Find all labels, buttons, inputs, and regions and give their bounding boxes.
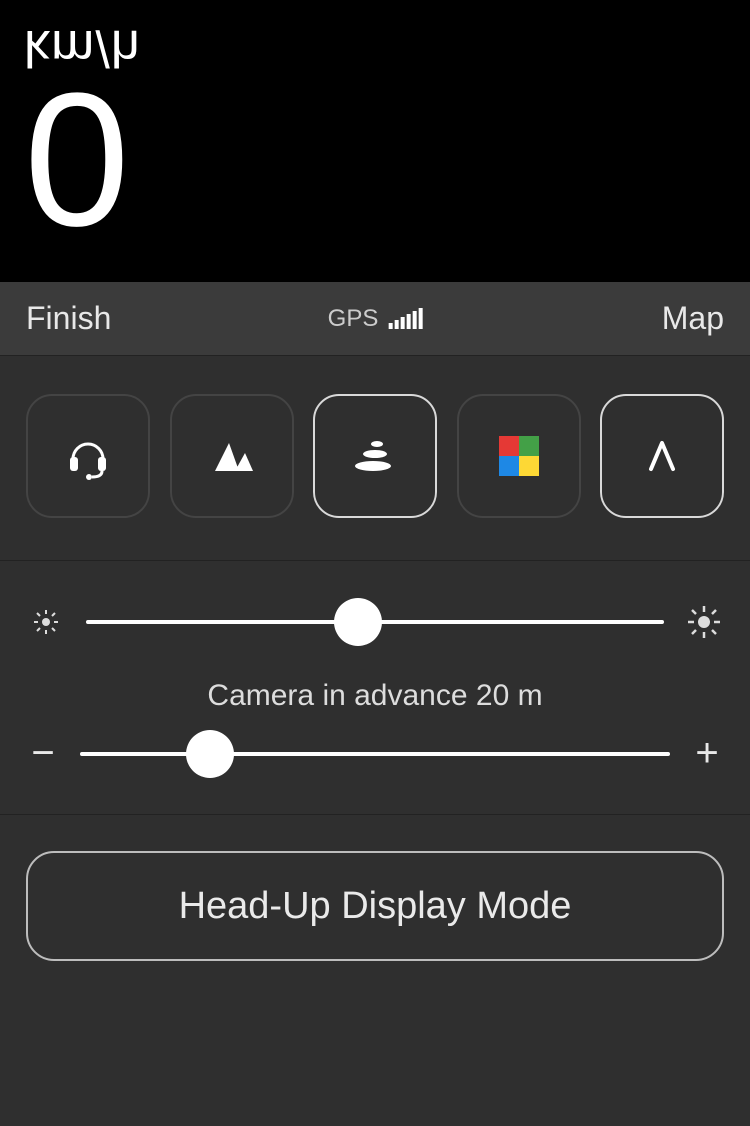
camera-advance-slider[interactable]: − +: [26, 731, 724, 776]
mountains-icon: [207, 431, 257, 481]
speed-panel: km/h 0: [0, 0, 750, 282]
gps-indicator: GPS: [328, 305, 423, 333]
stack-icon: [347, 428, 403, 484]
mode-mountains[interactable]: [170, 394, 294, 518]
mode-headset[interactable]: [26, 394, 150, 518]
camera-advance-track[interactable]: [80, 752, 670, 756]
camera-advance-thumb[interactable]: [186, 730, 234, 778]
brightness-slider[interactable]: [26, 605, 724, 639]
brightness-high-icon: [684, 605, 724, 639]
caret-icon: [639, 433, 685, 479]
mode-colors[interactable]: [457, 394, 581, 518]
toolbar: Finish GPS Map: [0, 282, 750, 356]
mode-caret[interactable]: [600, 394, 724, 518]
hud-mode-button[interactable]: Head-Up Display Mode: [26, 851, 724, 961]
mode-row: [0, 356, 750, 561]
finish-button[interactable]: Finish: [26, 300, 111, 337]
headset-icon: [63, 431, 113, 481]
gps-label: GPS: [328, 305, 379, 333]
minus-icon: −: [26, 731, 60, 776]
signal-icon: [388, 308, 422, 329]
speed-unit: km/h: [24, 22, 726, 74]
speed-value: 0: [24, 80, 726, 242]
colors-icon: [497, 434, 541, 478]
brightness-thumb[interactable]: [334, 598, 382, 646]
map-button[interactable]: Map: [662, 300, 724, 337]
brightness-low-icon: [26, 609, 66, 635]
sliders-panel: Camera in advance 20 m − +: [0, 561, 750, 815]
mode-stack[interactable]: [313, 394, 437, 518]
hud-section: Head-Up Display Mode: [0, 815, 750, 997]
camera-advance-label: Camera in advance 20 m: [26, 679, 724, 713]
plus-icon: +: [690, 731, 724, 776]
hud-mode-label: Head-Up Display Mode: [179, 885, 572, 928]
brightness-track[interactable]: [86, 620, 664, 624]
